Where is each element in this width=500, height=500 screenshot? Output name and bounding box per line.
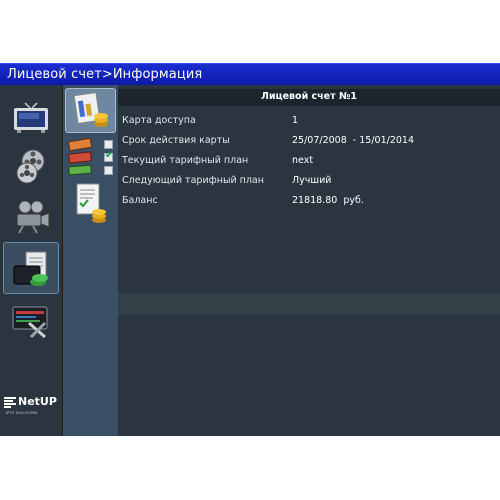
info-value: 1 — [292, 115, 299, 126]
wallet-documents-icon — [13, 251, 48, 286]
account-title: Лицевой счет №1 — [261, 91, 357, 102]
nav-item-cinema[interactable] — [3, 191, 59, 241]
info-label: Карта доступа — [122, 115, 196, 126]
info-row-card-validity: Срок действия карты 25/07/2008 - 15/01/2… — [118, 130, 500, 150]
info-label: Следующий тарифный план — [122, 175, 264, 186]
account-info-icon — [73, 92, 108, 127]
info-value: next — [292, 155, 314, 166]
tariff-checkbox-2[interactable] — [104, 150, 113, 162]
app-screen: Лицевой счет>Информация NetUP IPTV SOLUT… — [0, 63, 500, 436]
tariff-ticket-icon — [68, 137, 93, 176]
nav-item-tv[interactable] — [3, 91, 59, 141]
projector-icon — [16, 200, 50, 234]
info-value: 25/07/2008 - 15/01/2014 — [292, 135, 414, 146]
info-value: Лучший — [292, 175, 332, 186]
film-reels-icon — [16, 149, 45, 184]
subnav-item-payments[interactable] — [65, 181, 116, 225]
info-value: 21818.80 руб. — [292, 195, 364, 206]
netup-logo-icon — [4, 397, 16, 408]
screen-tools-icon — [12, 306, 48, 339]
divider-band — [118, 293, 500, 315]
subnav-item-tariffs[interactable] — [65, 136, 116, 176]
info-row-current-plan: Текущий тарифный план next — [118, 150, 500, 170]
nav-item-settings[interactable] — [3, 295, 59, 345]
nav-item-video[interactable] — [3, 141, 59, 191]
info-row-balance: Баланс 21818.80 руб. — [118, 190, 500, 210]
subnav-item-account-info[interactable] — [65, 88, 116, 133]
tv-icon — [14, 102, 48, 133]
main-nav: NetUP IPTV SOLUTIONS — [0, 85, 60, 436]
info-label: Баланс — [122, 195, 158, 206]
info-label: Текущий тарифный план — [122, 155, 249, 166]
payments-document-icon — [76, 183, 106, 223]
tariff-checkbox-3[interactable] — [104, 166, 113, 175]
window-title: Лицевой счет>Информация — [7, 67, 203, 82]
account-info-panel: Лицевой счет №1 Карта доступа 1 Срок дей… — [118, 85, 500, 436]
info-label: Срок действия карты — [122, 135, 230, 146]
netup-logo: NetUP IPTV SOLUTIONS — [4, 391, 60, 421]
info-row-access-card: Карта доступа 1 — [118, 110, 500, 130]
title-bar: Лицевой счет>Информация — [0, 63, 500, 85]
info-row-next-plan: Следующий тарифный план Лучший — [118, 170, 500, 190]
netup-logo-tagline: IPTV SOLUTIONS — [6, 411, 38, 415]
nav-item-account[interactable] — [3, 242, 59, 294]
sub-nav — [62, 85, 118, 436]
netup-logo-text: NetUP — [18, 395, 57, 408]
tariff-checkbox-1[interactable] — [104, 140, 113, 149]
account-header: Лицевой счет №1 — [118, 89, 500, 106]
